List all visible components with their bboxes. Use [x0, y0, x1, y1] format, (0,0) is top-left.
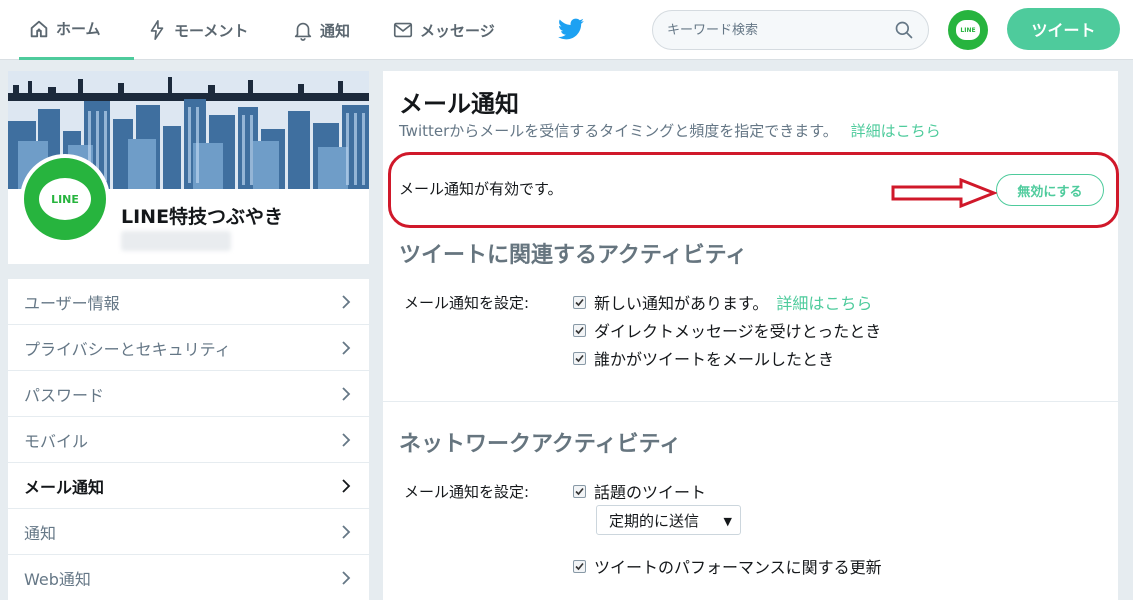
line-logo-text: LINE — [51, 192, 79, 206]
option-trending-tweets[interactable]: 話題のツイート — [573, 479, 706, 503]
set-label: メール通知を設定: — [404, 294, 530, 312]
chevron-right-icon — [342, 525, 351, 539]
email-notifications-panel: メール通知 Twitterからメールを受信するタイミングと頻度を指定できます。 … — [383, 71, 1119, 600]
line-logo-icon: LINE — [39, 178, 91, 220]
checkmark-icon — [575, 298, 584, 306]
section-title-tweet-activity: ツイートに関連するアクティビティ — [399, 243, 748, 268]
search-icon[interactable] — [894, 20, 914, 40]
option-label: 新しい通知があります。 — [594, 294, 769, 313]
option-label: ダイレクトメッセージを受けとったとき — [594, 322, 882, 341]
sidebar-item-user-info[interactable]: ユーザー情報 — [8, 279, 369, 325]
sidebar-item-label: ユーザー情報 — [24, 293, 120, 313]
nav-home-label: ホーム — [56, 20, 101, 38]
option-direct-message[interactable]: ダイレクトメッセージを受けとったとき — [573, 318, 881, 342]
search-box[interactable] — [652, 10, 929, 50]
nav-home[interactable]: ホーム — [19, 0, 134, 60]
nav-moments[interactable]: モーメント — [146, 0, 248, 60]
profile-handle-blurred — [121, 231, 231, 251]
checkmark-icon — [575, 354, 584, 362]
line-logo-icon: LINE — [956, 20, 980, 40]
nav-messages-label: メッセージ — [420, 21, 495, 40]
profile-name[interactable]: LINE特技つぶやき — [121, 202, 283, 229]
sidebar-item-notifications[interactable]: 通知 — [8, 509, 369, 555]
details-link[interactable]: 詳細はこちら — [776, 290, 872, 314]
sidebar-item-label: パスワード — [24, 385, 105, 405]
section-divider — [383, 401, 1118, 402]
nav-messages[interactable]: メッセージ — [392, 0, 495, 60]
chevron-right-icon — [342, 341, 351, 355]
section-title-network-activity: ネットワークアクティビティ — [399, 432, 682, 457]
option-label: 誰かがツイートをメールしたとき — [594, 350, 835, 369]
details-link[interactable]: 詳細はこちら — [851, 122, 941, 140]
profile-card[interactable]: LINE LINE特技つぶやき — [8, 71, 369, 264]
annotation-highlight-ellipse — [388, 152, 1119, 228]
sidebar-item-web-notifications[interactable]: Web通知 — [8, 555, 369, 600]
sidebar-item-label: Web通知 — [24, 569, 91, 589]
sidebar-item-label: モバイル — [24, 431, 89, 451]
checkmark-icon — [575, 487, 584, 495]
sidebar-item-privacy[interactable]: プライバシーとセキュリティ — [8, 325, 369, 371]
lightning-icon — [150, 20, 164, 40]
page-description: Twitterからメールを受信するタイミングと頻度を指定できます。 詳細はこちら — [399, 120, 941, 141]
dropdown-arrow-icon: ▼ — [723, 515, 732, 528]
sidebar-item-email-notifications[interactable]: メール通知 — [8, 463, 369, 509]
sidebar-item-mobile[interactable]: モバイル — [8, 417, 369, 463]
option-tweet-performance[interactable]: ツイートのパフォーマンスに関する更新 — [573, 554, 882, 578]
envelope-icon — [393, 22, 413, 38]
line-logo-text: LINE — [960, 26, 976, 34]
nav-moments-label: モーメント — [174, 21, 249, 40]
checkbox-checked[interactable] — [573, 295, 586, 309]
tweet-button[interactable]: ツイート — [1007, 8, 1120, 50]
checkmark-icon — [575, 326, 584, 334]
sidebar-item-label: 通知 — [24, 523, 57, 543]
nav-notifications-label: 通知 — [320, 21, 351, 40]
user-avatar[interactable]: LINE — [948, 10, 988, 50]
bell-icon — [294, 22, 312, 41]
page-description-text: Twitterからメールを受信するタイミングと頻度を指定できます。 — [399, 122, 838, 140]
nav-notifications[interactable]: 通知 — [292, 0, 350, 60]
page-title: メール通知 — [399, 90, 519, 118]
frequency-selected-value: 定期的に送信 — [609, 511, 700, 530]
settings-menu: ユーザー情報 プライバシーとセキュリティ パスワード モバイル メール通知 通知… — [8, 279, 369, 600]
set-label: メール通知を設定: — [404, 483, 530, 501]
sidebar-item-label: メール通知 — [24, 477, 105, 497]
sidebar-item-password[interactable]: パスワード — [8, 371, 369, 417]
profile-avatar[interactable]: LINE — [20, 154, 110, 244]
option-label: 話題のツイート — [594, 483, 707, 502]
search-input[interactable] — [667, 20, 887, 40]
top-nav-bar: ホーム モーメント 通知 メッセージ LINE ツイート — [0, 0, 1133, 60]
checkbox-checked[interactable] — [573, 351, 586, 365]
checkmark-icon — [575, 562, 584, 570]
annotation-arrow-icon — [891, 178, 997, 208]
option-tweet-emailed[interactable]: 誰かがツイートをメールしたとき — [573, 346, 834, 370]
sidebar-item-label: プライバシーとセキュリティ — [24, 339, 231, 359]
option-label: ツイートのパフォーマンスに関する更新 — [594, 558, 882, 577]
chevron-right-icon — [342, 479, 351, 493]
option-new-notifications[interactable]: 新しい通知があります。 詳細はこちら — [573, 290, 872, 314]
checkbox-checked[interactable] — [573, 559, 586, 573]
checkbox-checked[interactable] — [573, 323, 586, 337]
twitter-bird-icon[interactable] — [557, 18, 585, 42]
chevron-right-icon — [342, 571, 351, 585]
chevron-right-icon — [342, 433, 351, 447]
chevron-right-icon — [342, 387, 351, 401]
chevron-right-icon — [342, 295, 351, 309]
checkbox-checked[interactable] — [573, 484, 586, 498]
frequency-select[interactable]: 定期的に送信 ▼ — [596, 505, 741, 535]
home-icon — [30, 20, 48, 37]
